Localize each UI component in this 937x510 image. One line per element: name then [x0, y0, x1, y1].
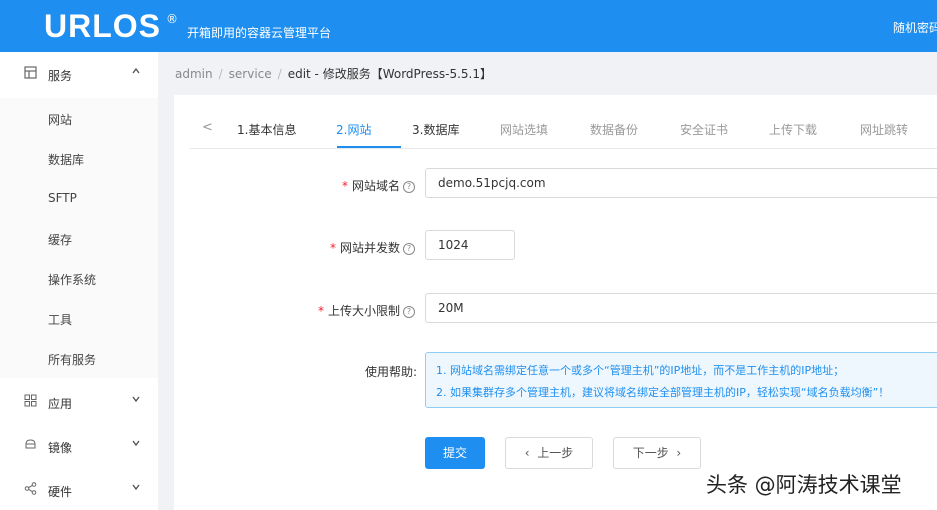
sidebar-item-label: 网站 — [48, 113, 73, 127]
sidebar-item-sftp[interactable]: SFTP — [0, 178, 158, 218]
sidebar: 服务 网站 数据库 SFTP 缓存 操作系统 工具 所有服务 应用 镜像 硬件 — [0, 52, 158, 510]
concurrency-label-text: 网站并发数 — [340, 241, 401, 255]
sidebar-group-label: 硬件 — [48, 485, 73, 499]
breadcrumb-current: 修改服务【WordPress-5.5.1】 — [322, 67, 492, 81]
domain-label: * 网站域名? — [342, 177, 416, 194]
chevron-left-icon: ‹ — [524, 446, 530, 460]
required-mark: * — [342, 179, 348, 193]
chevron-down-icon — [131, 438, 141, 451]
sidebar-group-service[interactable]: 服务 — [0, 54, 158, 94]
sidebar-item-os[interactable]: 操作系统 — [0, 258, 158, 298]
edit-service-card: < 1.基本信息 2.网站 3.数据库 网站选填 数据备份 安全证书 上传下载 … — [174, 95, 937, 510]
sidebar-group-hardware[interactable]: 硬件 — [0, 470, 158, 510]
step-tabs: < 1.基本信息 2.网站 3.数据库 网站选填 数据备份 安全证书 上传下载 … — [190, 95, 937, 149]
domain-input[interactable]: demo.51pcjq.com — [425, 168, 937, 198]
sidebar-item-label: SFTP — [48, 191, 77, 205]
apps-icon — [24, 394, 38, 408]
active-tab-indicator — [337, 146, 401, 148]
help-alert: 1. 网站域名需绑定任意一个或多个“管理主机”的IP地址，而不是工作主机的IP地… — [425, 352, 937, 408]
sidebar-group-label: 镜像 — [48, 441, 73, 455]
breadcrumb: admin / service / edit - 修改服务【WordPress-5.5.… — [175, 65, 492, 82]
tab-database[interactable]: 3.数据库 — [412, 121, 459, 138]
next-step-button[interactable]: 下一步 › — [613, 437, 701, 469]
logo[interactable]: URLOS — [44, 8, 161, 45]
required-mark: * — [318, 304, 324, 318]
prev-step-button[interactable]: ‹ 上一步 — [505, 437, 593, 469]
upload-limit-label-text: 上传大小限制 — [328, 304, 401, 318]
upload-limit-input[interactable]: 20M — [425, 293, 937, 323]
sidebar-group-images[interactable]: 镜像 — [0, 426, 158, 466]
tab-website-optional[interactable]: 网站选填 — [500, 121, 548, 138]
tab-data-backup[interactable]: 数据备份 — [590, 121, 638, 138]
breadcrumb-dash: - — [310, 67, 323, 81]
question-icon[interactable]: ? — [403, 243, 416, 255]
domain-label-text: 网站域名 — [352, 179, 401, 193]
question-icon[interactable]: ? — [403, 306, 416, 318]
help-label: 使用帮助: — [365, 365, 418, 379]
sidebar-item-label: 操作系统 — [48, 273, 97, 287]
sidebar-item-all-services[interactable]: 所有服务 — [0, 338, 158, 378]
slogan: 开箱即用的容器云管理平台 — [187, 26, 332, 40]
chevron-right-icon: › — [676, 446, 682, 460]
submit-button[interactable]: 提交 — [425, 437, 485, 469]
breadcrumb-item-admin[interactable]: admin — [175, 67, 213, 81]
sidebar-item-website[interactable]: 网站 — [0, 98, 158, 138]
breadcrumb-item-service[interactable]: service — [229, 67, 272, 81]
cube-icon — [24, 438, 38, 452]
tab-website[interactable]: 2.网站 — [336, 121, 371, 138]
breadcrumb-separator: / — [218, 67, 223, 81]
sidebar-item-cache[interactable]: 缓存 — [0, 218, 158, 258]
chevron-down-icon — [131, 482, 141, 495]
sidebar-item-label: 缓存 — [48, 233, 73, 247]
top-header: URLOS ® 开箱即用的容器云管理平台 随机密码 — [0, 0, 937, 52]
tab-ssl-cert[interactable]: 安全证书 — [680, 121, 728, 138]
sidebar-item-label: 所有服务 — [48, 353, 97, 367]
grid-icon — [24, 66, 38, 80]
upload-limit-label: * 上传大小限制? — [318, 302, 416, 319]
chevron-up-icon — [131, 66, 141, 79]
sidebar-group-apps[interactable]: 应用 — [0, 382, 158, 422]
sidebar-item-database[interactable]: 数据库 — [0, 138, 158, 178]
next-step-label: 下一步 — [632, 446, 669, 460]
help-line-2: 2. 如果集群存多个管理主机，建议将域名绑定全部管理主机的IP，轻松实现“域名负… — [436, 386, 890, 399]
tab-upload-download[interactable]: 上传下载 — [769, 121, 817, 138]
sidebar-group-label: 应用 — [48, 397, 73, 411]
sidebar-item-label: 工具 — [48, 313, 73, 327]
prev-step-label: 上一步 — [537, 446, 574, 460]
header-right-link[interactable]: 随机密码 — [893, 19, 937, 36]
help-line-1: 1. 网站域名需绑定任意一个或多个“管理主机”的IP地址，而不是工作主机的IP地… — [436, 364, 845, 377]
registered-mark: ® — [166, 12, 178, 26]
sidebar-item-tools[interactable]: 工具 — [0, 298, 158, 338]
watermark: 头条 @阿涛技术课堂 — [706, 473, 902, 497]
tab-url-redirect[interactable]: 网址跳转 — [860, 121, 908, 138]
required-mark: * — [330, 241, 336, 255]
sidebar-item-label: 数据库 — [48, 153, 85, 167]
question-icon[interactable]: ? — [403, 181, 416, 193]
tab-basic-info[interactable]: 1.基本信息 — [237, 121, 296, 138]
share-icon — [24, 482, 38, 496]
chevron-down-icon — [131, 394, 141, 407]
sidebar-group-label: 服务 — [48, 69, 73, 83]
breadcrumb-item-edit: edit — [287, 67, 311, 81]
breadcrumb-separator: / — [277, 67, 282, 81]
concurrency-input[interactable]: 1024 — [425, 230, 515, 260]
concurrency-label: * 网站并发数? — [330, 239, 416, 256]
tabs-prev-arrow[interactable]: < — [202, 120, 213, 135]
